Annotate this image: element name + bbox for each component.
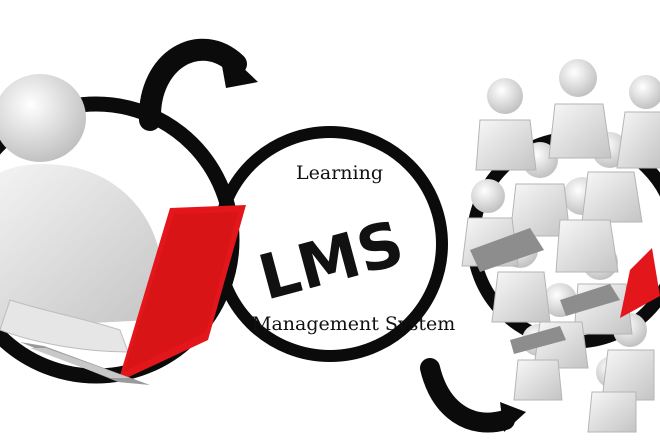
curved-arrow-icon <box>138 38 258 131</box>
label-learning: Learning <box>296 162 383 184</box>
lms-logo-text: LMS <box>251 206 411 314</box>
lms-diagram: LMS Learning Management System <box>0 0 660 440</box>
lms-logo: LMS <box>251 206 411 314</box>
curved-arrow-bottom-icon <box>420 358 526 433</box>
label-management-system: Management System <box>252 313 456 335</box>
learner-group-figures <box>461 59 660 433</box>
